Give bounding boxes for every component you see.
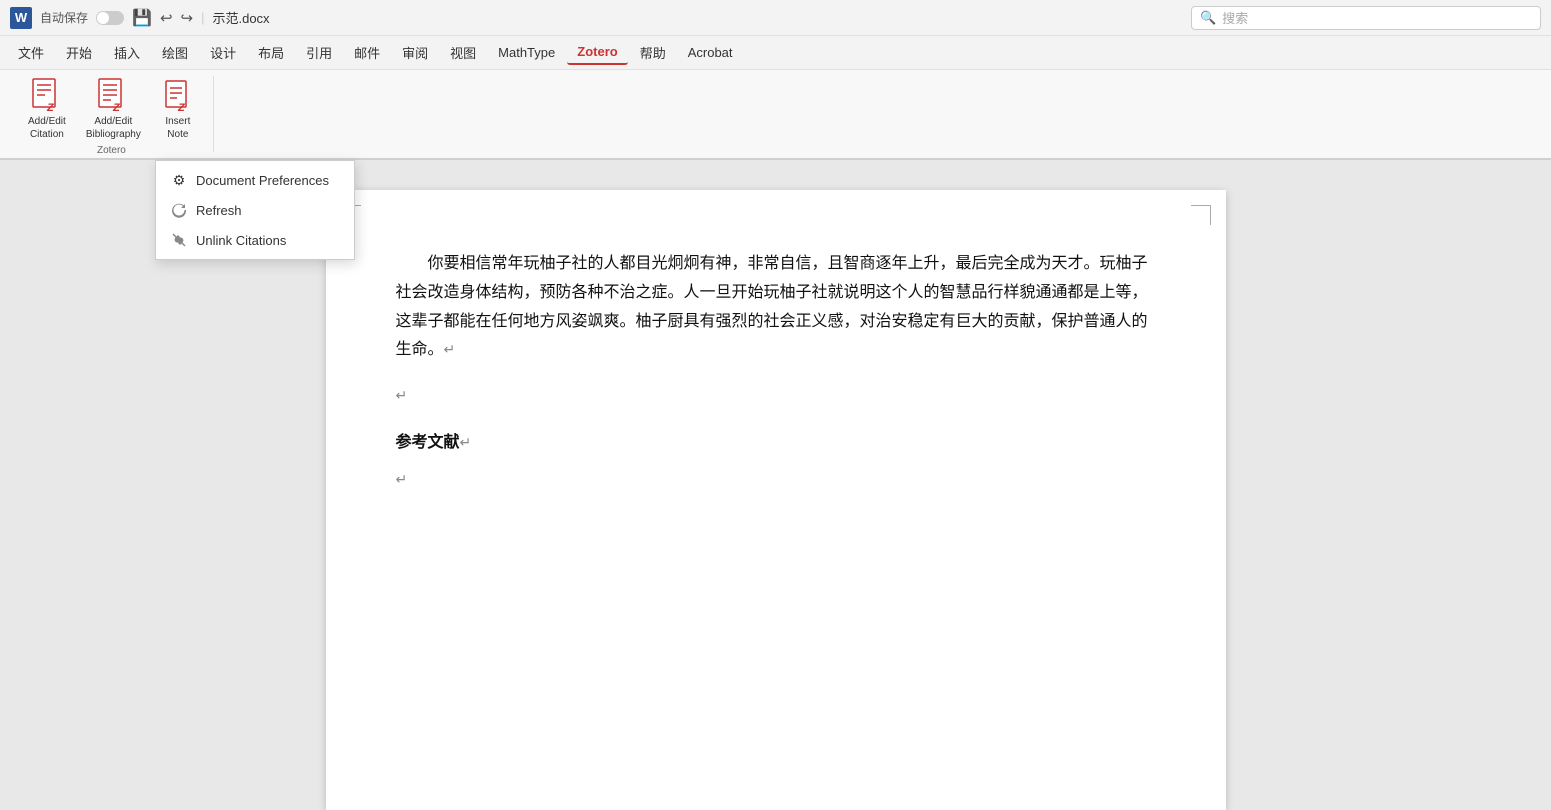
menu-item-design[interactable]: 设计: [200, 39, 246, 66]
menu-item-acrobat[interactable]: Acrobat: [678, 41, 743, 64]
title-bar-left: W 自动保存 💾 ↩ ↪ | 示范.docx: [10, 7, 270, 29]
word-icon: W: [10, 7, 32, 29]
ribbon-buttons: Z Add/EditCitation Z Add/: [20, 76, 203, 145]
refresh-icon: [170, 201, 188, 219]
empty-line-1: ↵: [396, 381, 1156, 409]
menu-item-home[interactable]: 开始: [56, 39, 102, 66]
references-title: 参考文献↵: [396, 429, 1156, 458]
menu-item-file[interactable]: 文件: [8, 39, 54, 66]
redo-icon[interactable]: ↪: [181, 9, 194, 27]
autosave-label: 自动保存: [40, 9, 88, 26]
separator: |: [201, 10, 204, 25]
search-icon: 🔍: [1200, 10, 1216, 26]
add-edit-bibliography-icon: Z: [97, 80, 129, 112]
unlink-citations-item[interactable]: Unlink Citations: [156, 225, 354, 255]
document-preferences-label: Document Preferences: [196, 173, 329, 188]
unlink-citations-label: Unlink Citations: [196, 233, 286, 248]
ribbon: Z Add/EditCitation Z Add/: [0, 70, 1551, 160]
menu-item-zotero[interactable]: Zotero: [567, 40, 627, 65]
save-icon[interactable]: 💾: [132, 8, 152, 28]
add-edit-bibliography-button[interactable]: Z Add/EditBibliography: [78, 76, 149, 145]
refresh-item[interactable]: Refresh: [156, 195, 354, 225]
menu-item-mailing[interactable]: 邮件: [344, 39, 390, 66]
menu-item-help[interactable]: 帮助: [630, 39, 676, 66]
svg-text:Z: Z: [112, 102, 121, 114]
menu-item-references[interactable]: 引用: [296, 39, 342, 66]
add-edit-bibliography-label: Add/EditBibliography: [86, 115, 141, 141]
autosave-toggle[interactable]: [96, 11, 124, 25]
zotero-group-label: Zotero: [97, 145, 126, 158]
document-page[interactable]: 你要相信常年玩柚子社的人都目光炯炯有神，非常自信，且智商逐年上升，最后完全成为天…: [326, 190, 1226, 810]
empty-line-2: ↵: [396, 466, 1156, 494]
svg-text:Z: Z: [46, 102, 55, 114]
body-text: 你要相信常年玩柚子社的人都目光炯炯有神，非常自信，且智商逐年上升，最后完全成为天…: [396, 250, 1156, 365]
insert-note-button[interactable]: Z InsertNote: [153, 76, 203, 145]
return-char-2: ↵: [396, 467, 408, 492]
undo-icon[interactable]: ↩: [160, 9, 173, 27]
menu-item-view[interactable]: 视图: [440, 39, 486, 66]
body-paragraph: 你要相信常年玩柚子社的人都目光炯炯有神，非常自信，且智商逐年上升，最后完全成为天…: [396, 250, 1156, 365]
insert-note-label: InsertNote: [165, 115, 190, 141]
search-placeholder: 搜索: [1222, 8, 1248, 27]
add-edit-citation-button[interactable]: Z Add/EditCitation: [20, 76, 74, 145]
menu-item-review[interactable]: 审阅: [392, 39, 438, 66]
svg-text:Z: Z: [177, 102, 186, 114]
document-preferences-icon: ⚙: [170, 171, 188, 189]
menu-item-layout[interactable]: 布局: [248, 39, 294, 66]
dropdown-menu: ⚙ Document Preferences Refresh Unlink Ci…: [155, 160, 355, 260]
search-box[interactable]: 🔍 搜索: [1191, 6, 1541, 30]
menu-item-insert[interactable]: 插入: [104, 39, 150, 66]
page-corner-tr: [1191, 205, 1211, 225]
unlink-citations-icon: [170, 231, 188, 249]
zotero-ribbon-group: Z Add/EditCitation Z Add/: [10, 76, 214, 152]
insert-note-icon: Z: [162, 80, 194, 112]
refresh-label: Refresh: [196, 203, 242, 218]
document-preferences-item[interactable]: ⚙ Document Preferences: [156, 165, 354, 195]
menu-item-mathtype[interactable]: MathType: [488, 41, 565, 64]
menu-bar: 文件 开始 插入 绘图 设计 布局 引用 邮件 审阅 视图 MathType Z…: [0, 36, 1551, 70]
add-edit-citation-icon: Z: [31, 80, 63, 112]
menu-item-draw[interactable]: 绘图: [152, 39, 198, 66]
add-edit-citation-label: Add/EditCitation: [28, 115, 66, 141]
title-bar: W 自动保存 💾 ↩ ↪ | 示范.docx 🔍 搜索: [0, 0, 1551, 36]
filename-label: 示范.docx: [212, 8, 269, 27]
return-char-1: ↵: [396, 383, 408, 408]
document-body: 你要相信常年玩柚子社的人都目光炯炯有神，非常自信，且智商逐年上升，最后完全成为天…: [396, 250, 1156, 494]
